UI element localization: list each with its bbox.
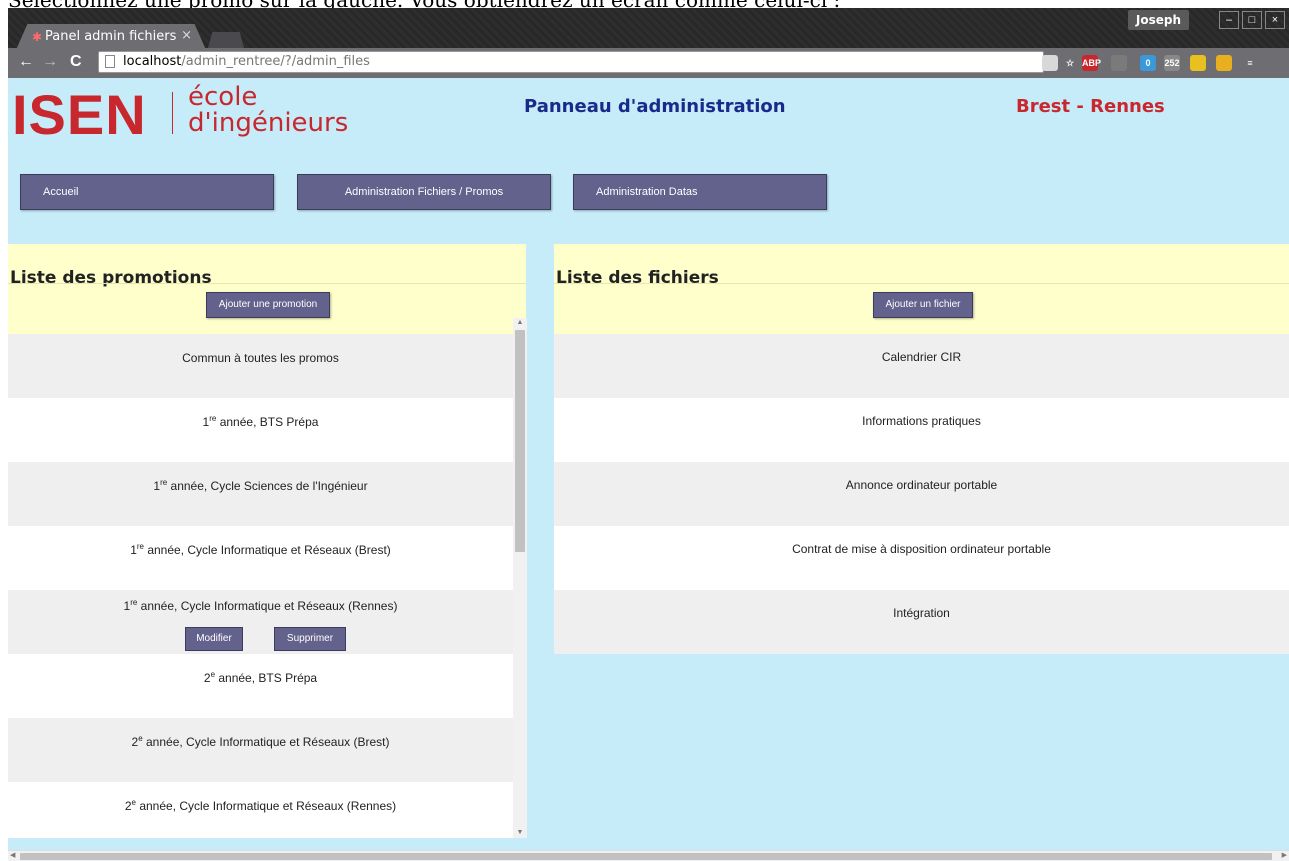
promos-heading: Liste des promotions (10, 268, 212, 288)
promotion-row[interactable]: 2e année, BTS Prépa (8, 654, 513, 718)
file-label: Calendrier CIR (881, 350, 962, 364)
promotions-list: Commun à toutes les promos 1re année, BTS… (8, 334, 513, 838)
promotion-row[interactable]: Commun à toutes les promos (8, 334, 513, 398)
file-row[interactable]: Contrat de mise à disposition ordinateur… (554, 526, 1289, 590)
promotion-row[interactable]: 1re année, Cycle Informatique et Réseaux… (8, 526, 513, 590)
tab-close-icon[interactable]: × (181, 28, 192, 43)
delete-promotion-button[interactable]: Supprimer (274, 627, 346, 651)
logo-isen-text: ISEN (12, 83, 147, 146)
promotion-row[interactable]: 1re année, Cycle Informatique et Réseaux… (8, 590, 513, 654)
reload-icon[interactable]: C (70, 53, 82, 71)
address-bar[interactable]: localhost/admin_rentree/?/admin_files (98, 51, 1044, 73)
browser-toolbar: ← → C localhost/admin_rentree/?/admin_fi… (8, 48, 1289, 78)
tab-title: Panel admin fichiers (45, 29, 177, 44)
ghostery-icon[interactable]: 0 (1140, 55, 1156, 71)
file-label: Contrat de mise à disposition ordinateur… (792, 542, 1051, 556)
adblock-icon[interactable]: ABP (1082, 55, 1101, 71)
nav-admin-datas-button[interactable]: Administration Datas (573, 174, 827, 210)
lightbulb-icon[interactable] (1042, 55, 1058, 71)
star-icon[interactable]: ☆ (1062, 55, 1078, 71)
browser-tab[interactable]: ✱ Panel admin fichiers × (16, 24, 206, 50)
promotion-label: 2e année, Cycle Informatique et Réseaux … (131, 734, 390, 749)
back-arrow-icon[interactable]: ← (18, 53, 34, 71)
page-viewport: ISEN école d'ingénieurs Panneau d'admini… (8, 78, 1289, 850)
promotion-label: 1re année, Cycle Informatique et Réseaux… (123, 598, 398, 613)
favicon-icon: ✱ (32, 30, 43, 44)
reader-icon[interactable] (1111, 55, 1127, 71)
file-row[interactable]: Annonce ordinateur portable (554, 462, 1289, 526)
nav-admin-files-button[interactable]: Administration Fichiers / Promos (297, 174, 551, 210)
files-heading: Liste des fichiers (556, 268, 719, 288)
edit-promotion-button[interactable]: Modifier (185, 627, 243, 651)
promotion-label: 1re année, Cycle Sciences de l'Ingénieur (153, 478, 368, 493)
promotion-row[interactable]: 2e année, Cycle Informatique et Réseaux … (8, 782, 513, 838)
face-icon[interactable] (1216, 55, 1232, 71)
file-row[interactable]: Intégration (554, 590, 1289, 654)
window-close-button[interactable]: × (1265, 11, 1285, 29)
maximize-button[interactable]: □ (1242, 11, 1262, 29)
scroll-thumb[interactable] (515, 330, 525, 552)
file-label: Intégration (893, 606, 950, 620)
promotion-label: 2e année, BTS Prépa (203, 670, 318, 685)
promotions-scrollbar[interactable]: ▲ ▼ (513, 318, 527, 838)
promotion-row[interactable]: 1re année, Cycle Sciences de l'Ingénieur (8, 462, 513, 526)
file-row[interactable]: Informations pratiques (554, 398, 1289, 462)
promotion-row[interactable]: 1re année, BTS Prépa (8, 398, 513, 462)
add-promotion-button[interactable]: Ajouter une promotion (206, 292, 330, 318)
scroll-down-arrow-icon[interactable]: ▼ (513, 828, 527, 838)
files-list: Calendrier CIR Informations pratiques Anno… (554, 334, 1289, 656)
add-file-button[interactable]: Ajouter un fichier (873, 292, 973, 318)
file-row[interactable]: Calendrier CIR (554, 334, 1289, 398)
files-panel-header: Liste des fichiers Ajouter un fichier (554, 244, 1289, 334)
page-title: Panneau d'administration (524, 96, 786, 117)
page-icon (105, 55, 115, 68)
file-label: Informations pratiques (862, 414, 981, 428)
campus-label: Brest - Rennes (1016, 96, 1165, 117)
horizontal-scroll-thumb[interactable] (20, 853, 1272, 860)
shield-icon[interactable] (1190, 55, 1206, 71)
promos-panel-header: Liste des promotions Ajouter une promoti… (8, 244, 526, 334)
new-tab-button[interactable] (208, 32, 244, 48)
promotion-label: Commun à toutes les promos (182, 351, 339, 365)
rss-icon[interactable]: 252 (1164, 55, 1180, 71)
minimize-button[interactable]: – (1219, 11, 1239, 29)
nav-accueil-button[interactable]: Accueil (20, 174, 274, 210)
forward-arrow-icon[interactable]: → (42, 53, 58, 71)
promotion-row[interactable]: 2e année, Cycle Informatique et Réseaux … (8, 718, 513, 782)
browser-window: ✱ Panel admin fichiers × Joseph – □ × ← … (8, 8, 1289, 861)
scroll-left-arrow-icon[interactable]: ◀ (10, 851, 15, 861)
logo-tagline: école d'ingénieurs (188, 82, 349, 138)
horizontal-scrollbar[interactable]: ◀ ▶ (8, 850, 1289, 861)
promotion-label: 2e année, Cycle Informatique et Réseaux … (124, 798, 397, 813)
browser-titlebar: ✱ Panel admin fichiers × Joseph – □ × (8, 8, 1289, 50)
promotion-label: 1re année, Cycle Informatique et Réseaux… (130, 542, 391, 557)
profile-user-badge[interactable]: Joseph (1127, 10, 1189, 30)
menu-icon[interactable]: ≡ (1242, 55, 1258, 71)
document-caption: Sélectionnez une promo sur la gauche. Vo… (8, 0, 841, 12)
scroll-right-arrow-icon[interactable]: ▶ (1282, 851, 1287, 861)
promotion-label: 1re année, BTS Prépa (202, 414, 319, 429)
scroll-up-arrow-icon[interactable]: ▲ (513, 318, 527, 328)
url-text: localhost/admin_rentree/?/admin_files (123, 54, 370, 69)
logo-separator (172, 92, 173, 134)
file-label: Annonce ordinateur portable (845, 478, 998, 492)
